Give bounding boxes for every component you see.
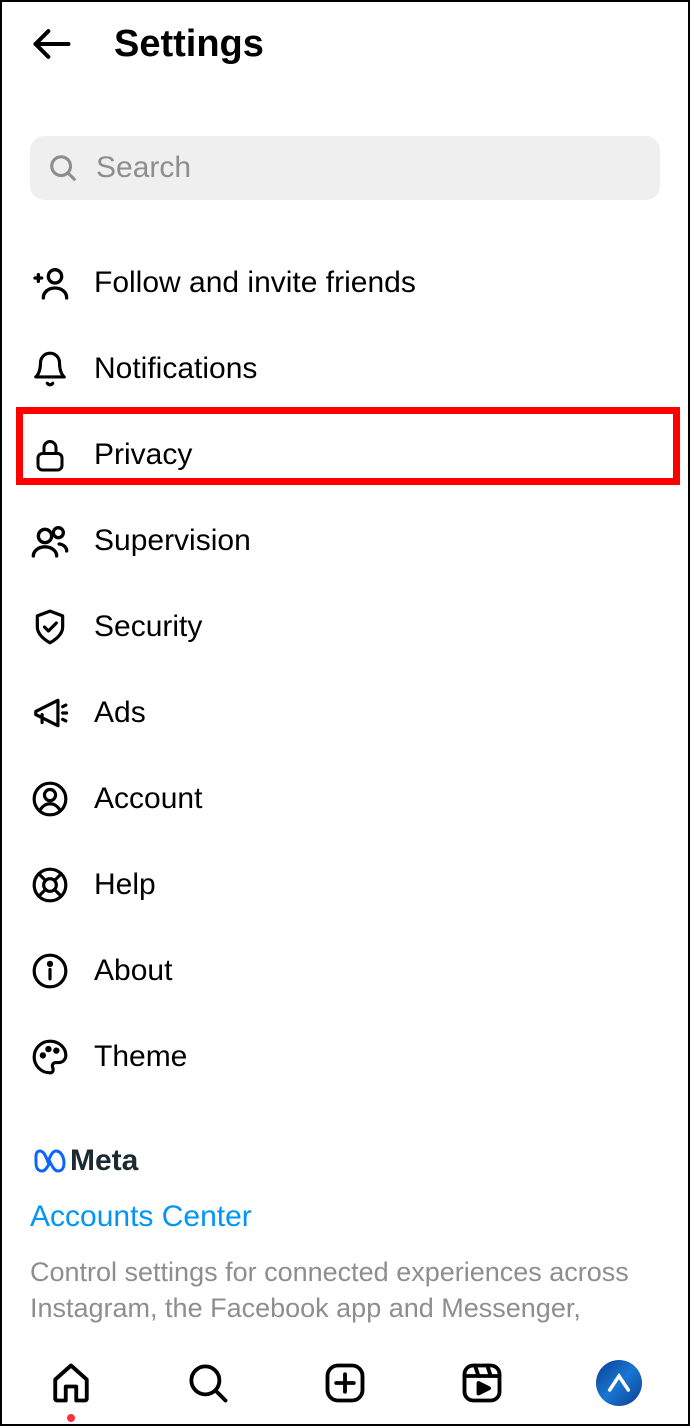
- nav-create[interactable]: [320, 1358, 370, 1408]
- menu-label: About: [94, 954, 172, 988]
- nav-home[interactable]: [46, 1358, 96, 1408]
- meta-text: Meta: [70, 1144, 138, 1178]
- lock-icon: [30, 435, 70, 475]
- nav-search[interactable]: [183, 1358, 233, 1408]
- plus-square-icon: [324, 1362, 366, 1404]
- palette-icon: [30, 1037, 70, 1077]
- shield-icon: [30, 607, 70, 647]
- nav-profile[interactable]: [594, 1358, 644, 1408]
- lifebuoy-icon: [30, 865, 70, 905]
- home-icon: [50, 1362, 92, 1404]
- menu-item-help[interactable]: Help: [30, 842, 660, 928]
- menu-label: Notifications: [94, 352, 257, 386]
- meta-brand: Meta: [30, 1144, 660, 1178]
- menu-item-about[interactable]: About: [30, 928, 660, 1014]
- menu-item-notifications[interactable]: Notifications: [30, 326, 660, 412]
- menu-label: Follow and invite friends: [94, 266, 416, 300]
- menu-label: Privacy: [94, 438, 192, 472]
- bell-icon: [30, 349, 70, 389]
- avatar-icon: [596, 1360, 642, 1406]
- menu-item-security[interactable]: Security: [30, 584, 660, 670]
- arrow-left-icon: [30, 22, 74, 66]
- nav-reels[interactable]: [457, 1358, 507, 1408]
- menu-label: Ads: [94, 696, 146, 730]
- meta-logo-icon: [30, 1147, 66, 1175]
- menu-item-supervision[interactable]: Supervision: [30, 498, 660, 584]
- search-bar[interactable]: [30, 136, 660, 200]
- menu-label: Account: [94, 782, 202, 816]
- page-title: Settings: [114, 23, 264, 66]
- menu-item-ads[interactable]: Ads: [30, 670, 660, 756]
- search-input[interactable]: [96, 151, 642, 185]
- people-icon: [30, 521, 70, 561]
- info-icon: [30, 951, 70, 991]
- menu-label: Theme: [94, 1040, 187, 1074]
- menu-label: Help: [94, 868, 156, 902]
- accounts-center-link[interactable]: Accounts Center: [30, 1200, 660, 1234]
- add-user-icon: [30, 263, 70, 303]
- search-icon: [187, 1362, 229, 1404]
- back-button[interactable]: [30, 22, 74, 66]
- menu-label: Supervision: [94, 524, 251, 558]
- notification-dot: [67, 1414, 75, 1422]
- user-circle-icon: [30, 779, 70, 819]
- menu-label: Security: [94, 610, 202, 644]
- megaphone-icon: [30, 693, 70, 733]
- reels-icon: [461, 1362, 503, 1404]
- bottom-nav: [2, 1334, 688, 1424]
- menu-item-account[interactable]: Account: [30, 756, 660, 842]
- menu-item-follow-invite[interactable]: Follow and invite friends: [30, 240, 660, 326]
- menu-item-theme[interactable]: Theme: [30, 1014, 660, 1100]
- search-icon: [48, 153, 78, 183]
- menu-item-privacy[interactable]: Privacy: [30, 412, 660, 498]
